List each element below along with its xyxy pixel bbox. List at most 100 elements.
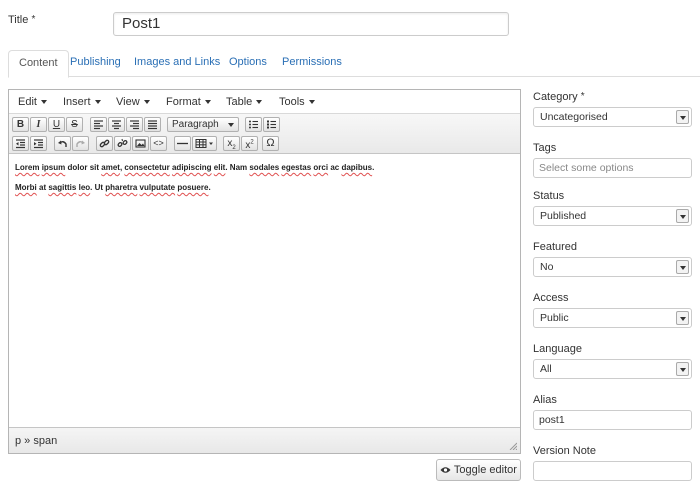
- chevron-down-icon: [204, 100, 211, 105]
- menu-format[interactable]: Format: [166, 90, 211, 114]
- editor-toolbar: B I U S Paragraph <> x2 x2 Ω: [9, 114, 520, 154]
- align-center-button[interactable]: [108, 117, 125, 132]
- table-button[interactable]: [192, 136, 217, 151]
- format-select[interactable]: Paragraph: [167, 117, 239, 132]
- code-icon: <>: [153, 138, 164, 148]
- bold-button[interactable]: B: [12, 117, 29, 132]
- link-icon: [99, 139, 110, 148]
- underline-icon: U: [52, 119, 61, 130]
- subscript-icon: x2: [227, 138, 236, 151]
- category-select[interactable]: Uncategorised: [533, 107, 692, 127]
- title-label: Title *: [8, 14, 36, 26]
- eye-icon: [440, 467, 451, 473]
- menu-tools[interactable]: Tools: [279, 90, 315, 114]
- featured-select[interactable]: No: [533, 257, 692, 277]
- menu-insert[interactable]: Insert: [63, 90, 101, 114]
- menu-table[interactable]: Table: [226, 90, 263, 114]
- status-select[interactable]: Published: [533, 206, 692, 226]
- horizontal-rule-button[interactable]: [174, 136, 191, 151]
- align-right-button[interactable]: [126, 117, 143, 132]
- spelling-word: amet: [101, 163, 120, 172]
- tags-input[interactable]: Select some options: [533, 158, 692, 178]
- underline-button[interactable]: U: [48, 117, 65, 132]
- spelling-word: elit: [213, 163, 226, 172]
- paragraph-1: Lorem ipsum dolor sit amet, consectetur …: [15, 163, 375, 172]
- superscript-icon: x2: [245, 140, 254, 152]
- unlink-icon: [117, 138, 128, 148]
- chevron-down-icon: [308, 100, 315, 105]
- spelling-word: egestas: [281, 163, 312, 172]
- toggle-editor-label: Toggle editor: [453, 464, 517, 476]
- element-path[interactable]: p » span: [15, 435, 57, 447]
- toggle-editor-button[interactable]: Toggle editor: [436, 459, 521, 481]
- chevron-down-icon: [676, 260, 689, 274]
- category-label: Category *: [533, 91, 585, 103]
- numbered-list-icon: [267, 120, 276, 129]
- spelling-word: sodales: [249, 163, 280, 172]
- chevron-down-icon: [143, 100, 150, 105]
- bullet-list-button[interactable]: [245, 117, 262, 132]
- language-select[interactable]: All: [533, 359, 692, 379]
- spelling-word: leo: [78, 183, 91, 192]
- superscript-button[interactable]: x2: [241, 136, 258, 151]
- menu-view[interactable]: View: [116, 90, 150, 114]
- chevron-down-icon: [676, 209, 689, 223]
- access-label: Access: [533, 292, 569, 304]
- chevron-down-icon: [94, 100, 101, 105]
- chevron-down-icon: [676, 311, 689, 325]
- numbered-list-button[interactable]: [263, 117, 280, 132]
- tab-bar: Content Publishing Images and Links Opti…: [8, 50, 700, 78]
- table-icon: [195, 139, 213, 148]
- insert-link-button[interactable]: [96, 136, 113, 151]
- editor-statusbar: p » span: [9, 427, 520, 453]
- chevron-down-icon: [40, 100, 47, 105]
- spelling-word: Lorem: [15, 163, 40, 172]
- align-left-icon: [94, 120, 103, 130]
- special-character-button[interactable]: Ω: [262, 136, 279, 151]
- alias-input[interactable]: post1: [533, 410, 692, 430]
- indent-icon: [34, 139, 43, 149]
- align-justify-icon: [148, 120, 157, 130]
- insert-image-button[interactable]: [132, 136, 149, 151]
- title-input[interactable]: Post1: [113, 12, 509, 36]
- required-mark: *: [31, 14, 36, 25]
- required-mark: *: [580, 91, 585, 102]
- spelling-word: consectetur: [124, 163, 170, 172]
- tab-permissions[interactable]: Permissions: [272, 50, 352, 77]
- bold-icon: B: [16, 119, 25, 130]
- source-code-button[interactable]: <>: [150, 136, 167, 151]
- tab-images-and-links[interactable]: Images and Links: [124, 50, 230, 77]
- indent-button[interactable]: [30, 136, 47, 151]
- spelling-word: posuere: [177, 183, 209, 192]
- spelling-word: dapibus: [341, 163, 373, 172]
- horizontal-rule-icon: [177, 142, 188, 145]
- language-label: Language: [533, 343, 582, 355]
- outdent-button[interactable]: [12, 136, 29, 151]
- omega-icon: Ω: [266, 137, 275, 149]
- spelling-word: orci: [313, 163, 329, 172]
- undo-icon: [58, 140, 67, 147]
- italic-icon: I: [36, 119, 41, 130]
- redo-button[interactable]: [72, 136, 89, 151]
- version-note-label: Version Note: [533, 445, 596, 457]
- tab-publishing[interactable]: Publishing: [60, 50, 131, 77]
- menu-edit[interactable]: Edit: [18, 90, 47, 114]
- spelling-word: pharetra: [105, 183, 138, 192]
- spelling-word: sagittis: [48, 183, 77, 192]
- italic-button[interactable]: I: [30, 117, 47, 132]
- align-center-icon: [112, 120, 121, 130]
- justify-button[interactable]: [144, 117, 161, 132]
- spelling-word: adipiscing: [171, 163, 212, 172]
- access-select[interactable]: Public: [533, 308, 692, 328]
- remove-link-button[interactable]: [114, 136, 131, 151]
- rich-text-editor: Edit Insert View Format Table Tools B I …: [8, 89, 521, 454]
- tab-options[interactable]: Options: [219, 50, 277, 77]
- editor-content-area[interactable]: Lorem ipsum dolor sit amet, consectetur …: [9, 156, 520, 427]
- subscript-button[interactable]: x2: [223, 136, 240, 151]
- alias-label: Alias: [533, 394, 557, 406]
- strikethrough-button[interactable]: S: [66, 117, 83, 132]
- version-note-input[interactable]: [533, 461, 692, 481]
- align-left-button[interactable]: [90, 117, 107, 132]
- undo-button[interactable]: [54, 136, 71, 151]
- resize-handle-icon[interactable]: [509, 442, 517, 450]
